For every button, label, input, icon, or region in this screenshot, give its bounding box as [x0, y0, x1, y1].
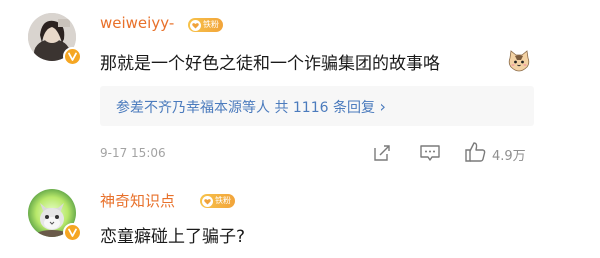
heart-icon: [190, 19, 201, 31]
reply-summary-box[interactable]: 参差不齐乃幸福本源等人 共 1116 条回复 ›: [100, 86, 534, 126]
fan-level-badge: 铁粉: [188, 18, 223, 32]
comment-text: 那就是一个好色之徒和一个诈骗集团的故事咯: [100, 54, 440, 74]
timestamp: 9-17 15:06: [100, 146, 166, 160]
verified-badge-icon: [63, 47, 82, 66]
reply-summary[interactable]: 参差不齐乃幸福本源等人 共 1116 条回复 ›: [116, 97, 386, 117]
reply-count[interactable]: 共 1116 条回复: [274, 100, 375, 116]
heart-icon: [202, 195, 213, 207]
chevron-right-icon: ›: [379, 97, 386, 116]
reply-users[interactable]: 参差不齐乃幸福本源等人: [116, 100, 270, 116]
comment-item: 神奇知识点 铁粉 恋童癖碰上了骗子?: [0, 180, 600, 258]
comment-text: 恋童癖碰上了骗子?: [100, 227, 246, 247]
thumbs-up-icon[interactable]: [464, 141, 486, 163]
comment-item: weiweiyy- 铁粉 那就是一个好色之徒和一个诈骗集团的故事咯 参差不齐乃幸…: [0, 0, 600, 170]
verified-badge-icon: [63, 223, 82, 242]
fan-level-badge: 铁粉: [200, 194, 235, 208]
cat-face-emoji-icon: [508, 50, 530, 72]
share-icon[interactable]: [372, 143, 392, 163]
like-count: 4.9万: [492, 149, 526, 164]
fan-level-label: 铁粉: [203, 20, 219, 29]
comment-icon[interactable]: [419, 143, 441, 163]
username[interactable]: weiweiyy-: [100, 14, 174, 32]
fan-level-label: 铁粉: [215, 196, 231, 205]
username[interactable]: 神奇知识点: [100, 190, 175, 211]
